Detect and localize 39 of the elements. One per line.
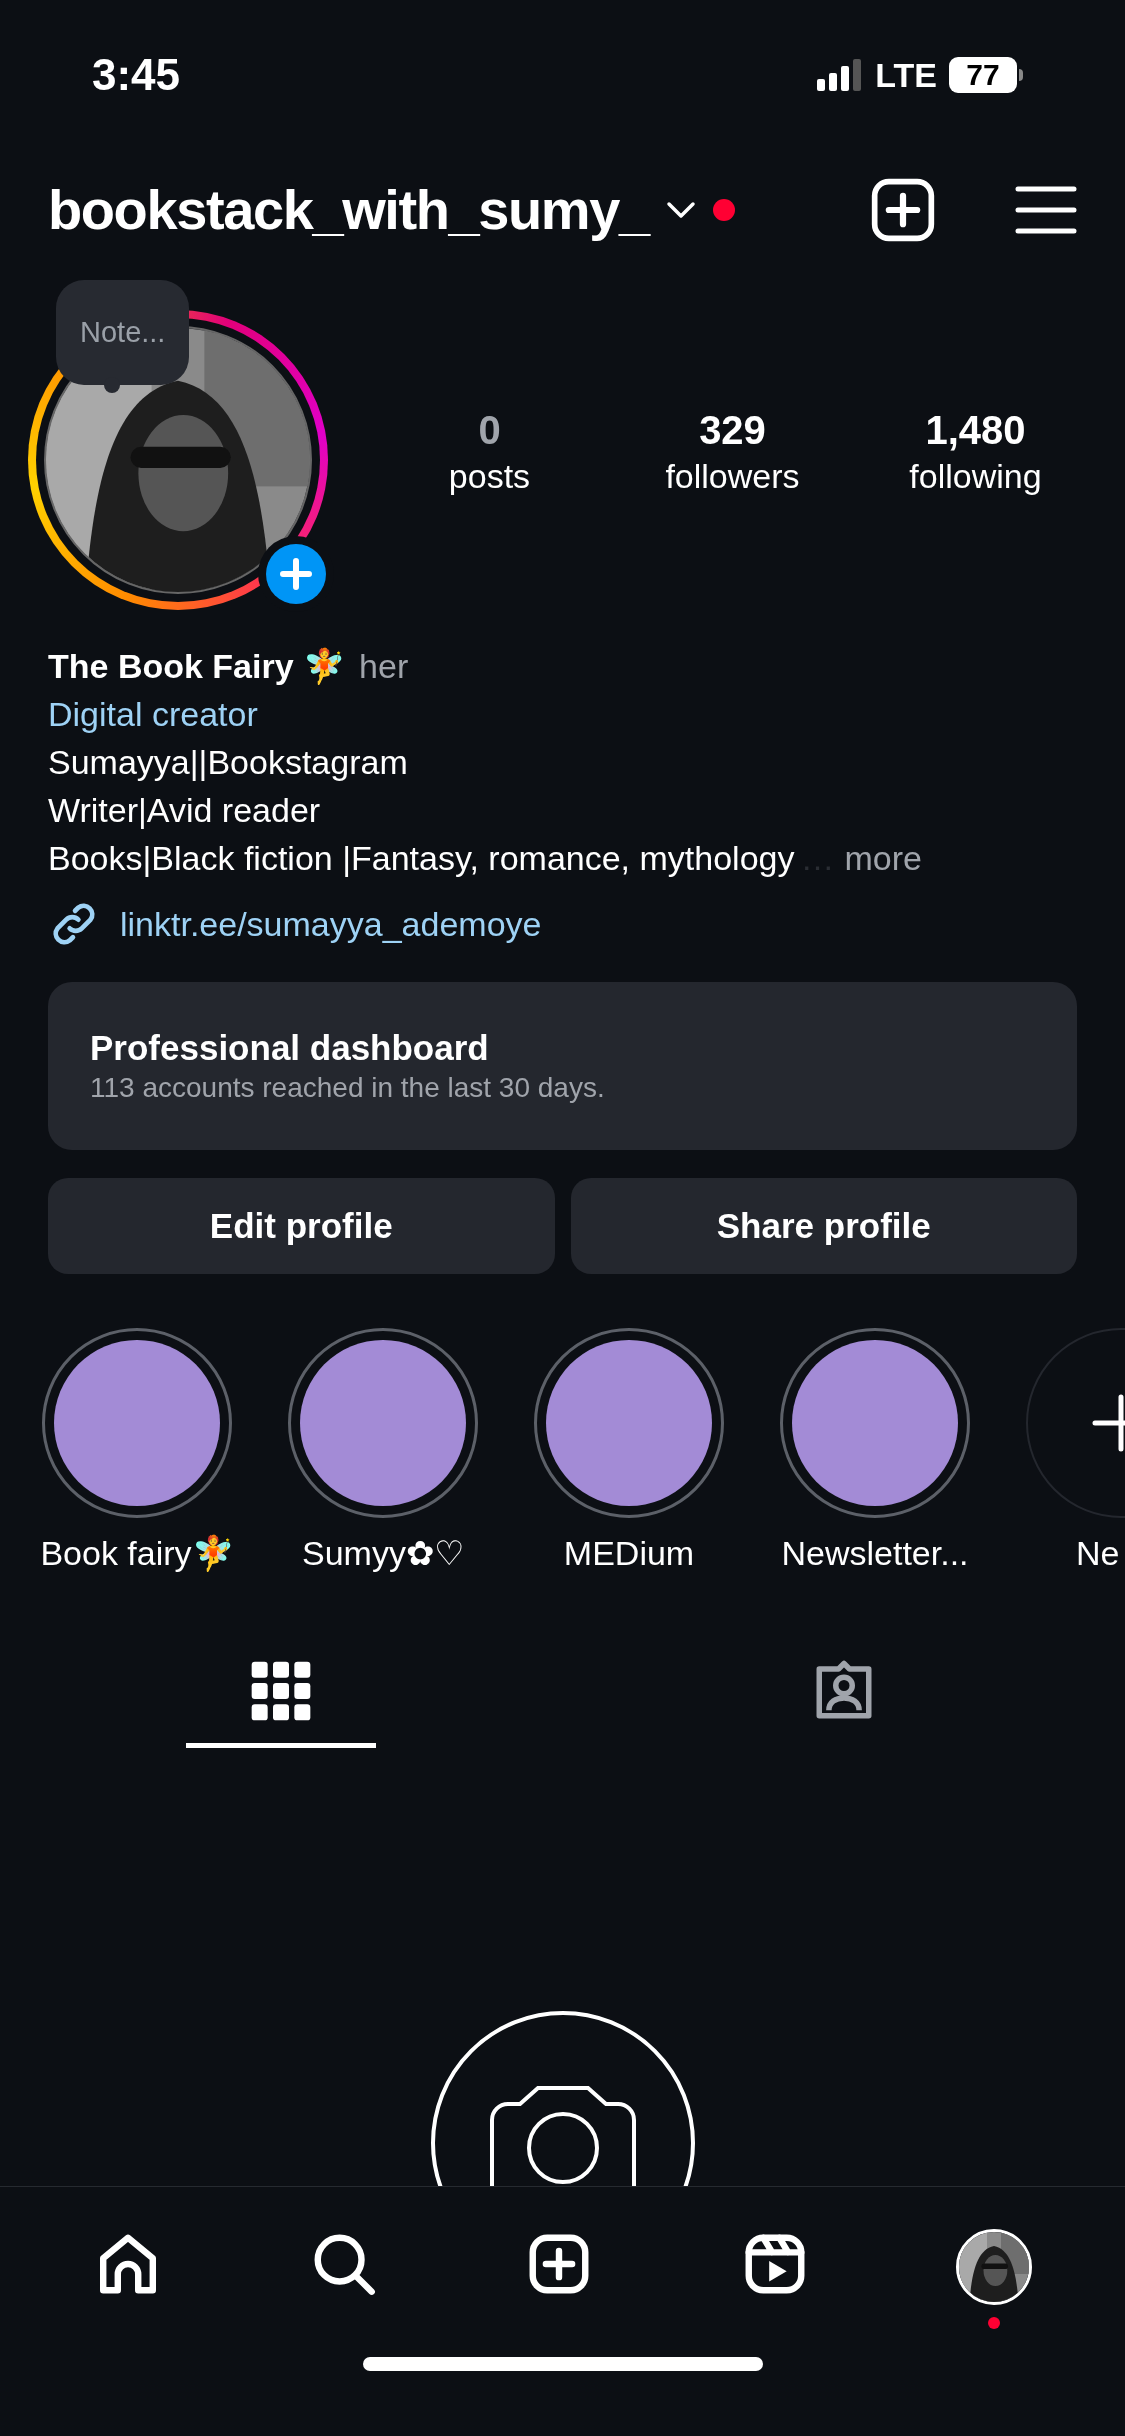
highlight-ring[interactable] xyxy=(534,1328,724,1518)
highlight-label[interactable]: Newsletter... xyxy=(781,1528,969,1579)
more-link[interactable]: more xyxy=(844,834,922,882)
dashboard-card[interactable]: Professional dashboard 113 accounts reached in the last 30 days. xyxy=(48,982,1077,1150)
highlight-label[interactable]: Ne xyxy=(1076,1528,1120,1579)
signal-icon xyxy=(817,59,864,91)
stat-count: 1,480 xyxy=(925,407,1026,454)
stat-label[interactable]: posts xyxy=(448,454,531,498)
highlight-label[interactable]: MEDium xyxy=(563,1528,695,1579)
profile-link[interactable]: linktr.ee/sumayya_ademoye xyxy=(120,900,542,948)
add-post-icon[interactable] xyxy=(869,176,937,244)
network-label: LTE xyxy=(875,54,937,96)
category-label: Digital creator xyxy=(48,694,259,735)
note-bubble[interactable]: Note... xyxy=(56,280,190,385)
highlight-ring[interactable] xyxy=(780,1328,970,1518)
highlight-ring[interactable] xyxy=(42,1328,232,1518)
highlight-label[interactable]: Sumyy✿♡ xyxy=(302,1528,464,1579)
ellipsis-text: … xyxy=(800,838,835,879)
menu-icon[interactable] xyxy=(1015,185,1077,235)
highlight-ring[interactable] xyxy=(288,1328,478,1518)
bio-line: Sumayya||Bookstagram xyxy=(48,742,409,783)
battery-indicator: 77 xyxy=(949,57,1017,93)
profile-button[interactable]: Share profile xyxy=(570,1178,1077,1274)
stat-label[interactable]: followers xyxy=(665,454,800,498)
bio-line: Writer|Avid reader xyxy=(48,790,322,831)
status-time: 3:45 xyxy=(92,49,181,101)
username-title[interactable]: bookstack_with_sumy_ xyxy=(48,168,649,252)
stat-count: 0 xyxy=(478,407,501,454)
pronouns-text: her xyxy=(359,646,409,687)
profile-avatar[interactable] xyxy=(956,2229,1033,2305)
display-name: The Book Fairy 🧚 xyxy=(48,646,346,687)
highlight-label[interactable]: Book fairy🧚 xyxy=(40,1528,234,1579)
stat-label[interactable]: following xyxy=(909,454,1042,498)
dashboard-subtitle: 113 accounts reached in the last 30 days. xyxy=(90,1071,606,1105)
chevron-down-icon[interactable] xyxy=(664,200,697,220)
profile-button[interactable]: Edit profile xyxy=(48,1178,555,1274)
stat-count: 329 xyxy=(699,407,766,454)
dashboard-title: Professional dashboard xyxy=(90,1027,490,1069)
bio-line: Books|Black fiction |Fantasy, romance, mythology xyxy=(48,838,795,879)
